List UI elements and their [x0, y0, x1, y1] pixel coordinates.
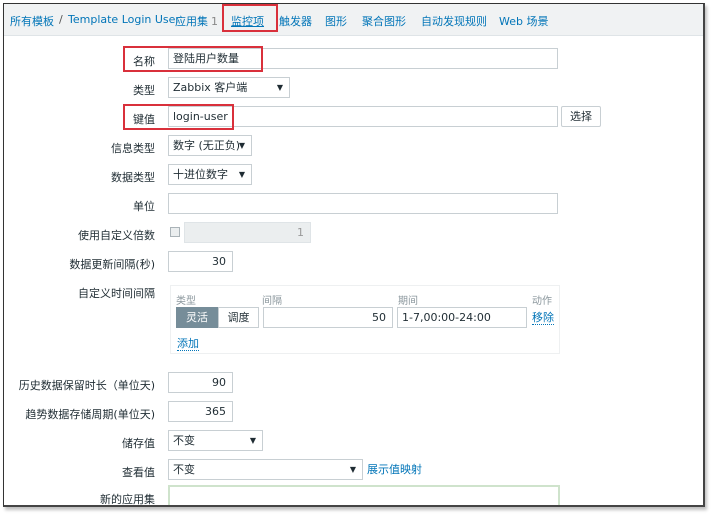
store-value-select-value: 不变 [173, 434, 195, 447]
show-value-select[interactable]: 不变 ▼ [168, 459, 363, 480]
highlight-box-name [123, 46, 263, 72]
ci-interval-input[interactable]: 50 [263, 307, 393, 328]
ci-header-period: 期间 [398, 296, 418, 307]
new-application-input[interactable] [168, 485, 560, 505]
custom-intervals-label: 自定义时间间隔 [78, 287, 155, 300]
breadcrumb-template-name[interactable]: Template Login User [68, 13, 180, 26]
tab-applications-label: 应用集 [175, 15, 208, 28]
tab-applications[interactable]: 应用集 1 [175, 13, 218, 29]
new-application-label: 新的应用集 [100, 493, 155, 506]
chevron-down-icon: ▼ [349, 465, 356, 474]
data-type-label: 数据类型 [111, 171, 155, 184]
ci-remove-link[interactable]: 移除 [532, 311, 554, 325]
tab-web-scenarios[interactable]: Web 场景 [499, 13, 548, 29]
data-type-select-value: 十进位数字 [173, 168, 228, 181]
chevron-down-icon: ▼ [238, 170, 245, 179]
ci-header-action: 动作 [532, 296, 552, 307]
window-frame: 所有模板 / Template Login User 应用集 1 监控项 触发器 … [3, 3, 705, 507]
breadcrumb-all-templates[interactable]: 所有模板 [10, 13, 54, 29]
multiplier-checkbox[interactable] [170, 227, 180, 237]
ci-add-link[interactable]: 添加 [177, 337, 199, 351]
tab-triggers[interactable]: 触发器 [279, 13, 312, 29]
trends-label: 趋势数据存储周期(单位天) [25, 408, 155, 421]
select-key-button[interactable]: 选择 [561, 106, 601, 127]
history-input[interactable]: 90 [168, 372, 233, 393]
units-input[interactable] [168, 193, 558, 214]
chevron-down-icon: ▼ [249, 436, 256, 445]
tab-graphs[interactable]: 图形 [325, 13, 347, 29]
top-navigation: 所有模板 / Template Login User 应用集 1 监控项 触发器 … [4, 4, 703, 36]
trends-input[interactable]: 365 [168, 401, 233, 422]
units-label: 单位 [133, 200, 155, 213]
ci-period-input[interactable]: 1-7,00:00-24:00 [397, 307, 527, 328]
type-label: 类型 [133, 84, 155, 97]
ci-type-flexible-button[interactable]: 灵活 [176, 307, 218, 328]
history-label: 历史数据保留时长（单位天) [18, 379, 155, 392]
ci-header-type: 类型 [176, 296, 196, 307]
custom-intervals-table: 类型 间隔 期间 动作 灵活 调度 50 1-7,00:00-24:00 移除 … [170, 285, 560, 354]
show-value-select-value: 不变 [173, 463, 195, 476]
info-type-select[interactable]: 数字 (无正负) ▼ [168, 135, 252, 156]
type-select-value: Zabbix 客户端 [173, 81, 248, 94]
multiplier-label: 使用自定义倍数 [78, 229, 155, 242]
multiplier-input: 1 [184, 222, 311, 243]
value-mapping-link[interactable]: 展示值映射 [367, 463, 422, 476]
highlight-box-key [123, 104, 234, 130]
ci-header-interval: 间隔 [262, 296, 282, 307]
chevron-down-icon: ▼ [276, 83, 283, 92]
chevron-down-icon: ▼ [238, 141, 245, 150]
type-select[interactable]: Zabbix 客户端 ▼ [168, 77, 290, 98]
update-interval-input[interactable]: 30 [168, 251, 233, 272]
tab-discovery-rules[interactable]: 自动发现规则 [421, 13, 487, 29]
info-type-select-value: 数字 (无正负) [173, 139, 241, 152]
ci-type-scheduling-button[interactable]: 调度 [218, 307, 259, 328]
tab-screens[interactable]: 聚合图形 [362, 13, 406, 29]
update-interval-label: 数据更新间隔(秒) [69, 258, 155, 271]
show-value-label: 查看值 [122, 466, 155, 479]
info-type-label: 信息类型 [111, 142, 155, 155]
data-type-select[interactable]: 十进位数字 ▼ [168, 164, 252, 185]
store-value-label: 储存值 [122, 437, 155, 450]
highlight-box-items-tab [222, 4, 278, 32]
breadcrumb-separator: / [59, 13, 63, 26]
store-value-select[interactable]: 不变 ▼ [168, 430, 263, 451]
tab-applications-count: 1 [211, 15, 218, 28]
